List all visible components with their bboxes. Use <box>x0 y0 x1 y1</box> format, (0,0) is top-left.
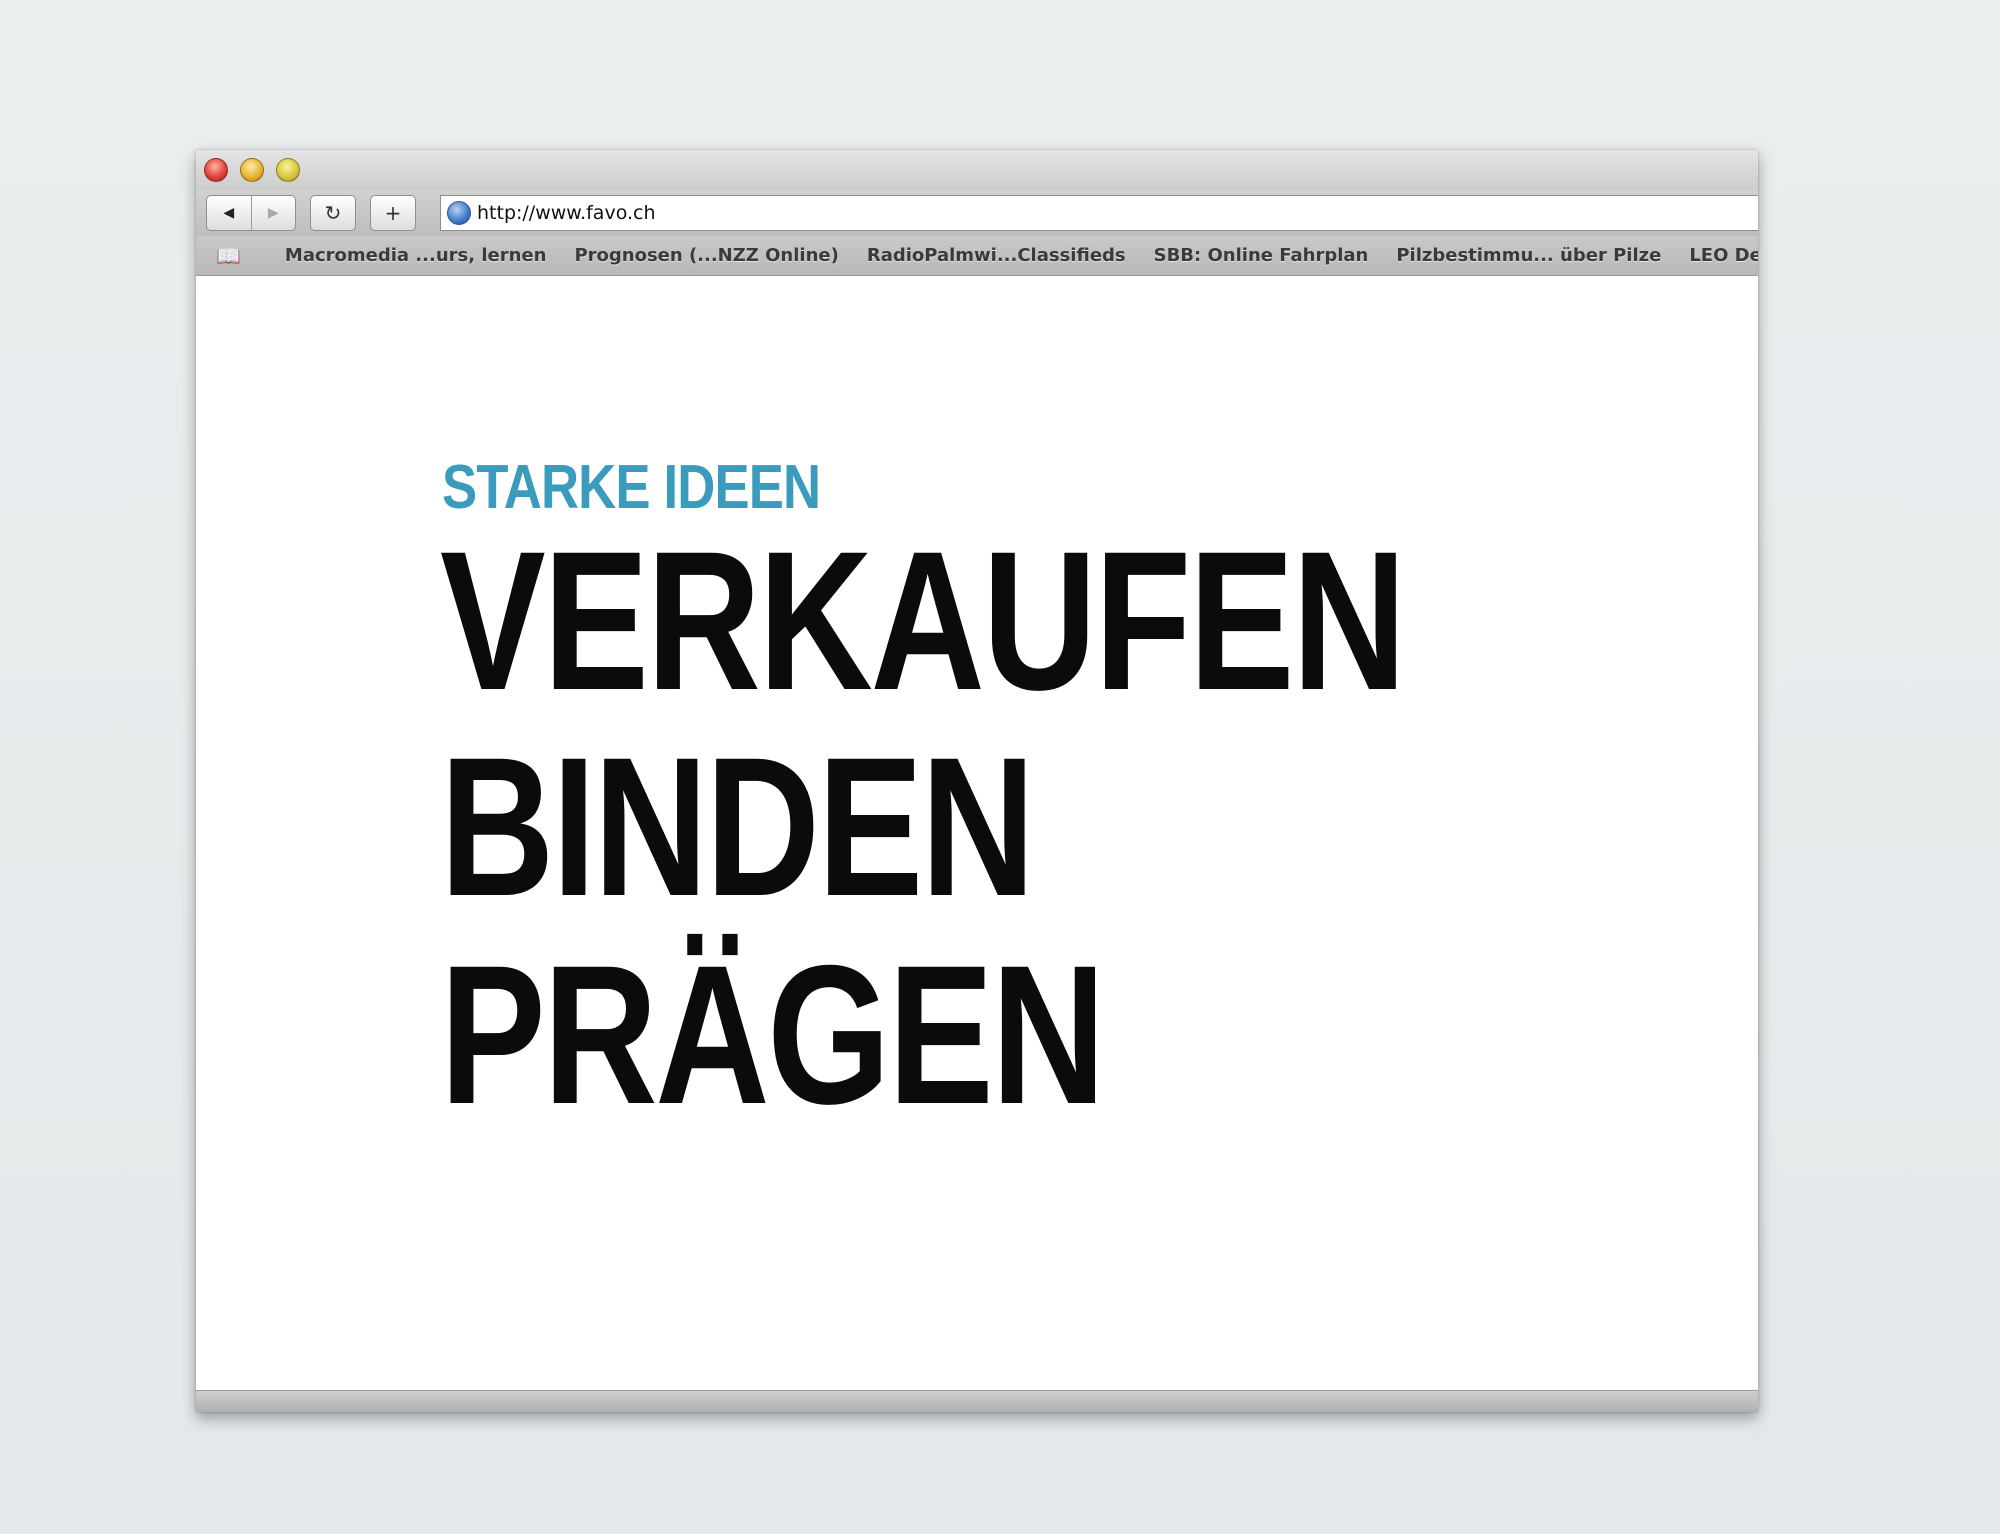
globe-icon <box>447 201 471 225</box>
bookmark-item[interactable]: Pilzbestimmu... über Pilze <box>1396 245 1661 266</box>
headline-verkaufen: VERKAUFEN <box>440 510 1406 731</box>
status-bar <box>196 1390 1758 1412</box>
page-content: STARKE IDEEN VERKAUFEN BINDEN PRÄGEN <box>196 276 1758 1390</box>
reload-button[interactable]: ↻ <box>310 195 356 231</box>
address-bar[interactable]: http://www.favo.ch <box>440 195 1758 231</box>
bookmark-item[interactable]: RadioPalmwi...Classifieds <box>867 245 1126 266</box>
plus-icon: + <box>384 201 402 225</box>
bookmark-item[interactable]: LEO Deu <box>1689 245 1758 266</box>
url-text[interactable]: http://www.favo.ch <box>477 202 656 224</box>
bookmarks-book-icon[interactable]: 📖 <box>216 246 241 266</box>
browser-window: ◀ ▶ ↻ + http://www.favo.ch 📖 Macromedia … <box>196 150 1758 1412</box>
headline-praegen: PRÄGEN <box>440 924 1106 1145</box>
close-window-button[interactable] <box>204 158 228 182</box>
add-bookmark-button[interactable]: + <box>370 195 416 231</box>
browser-toolbar: ◀ ▶ ↻ + http://www.favo.ch <box>196 190 1758 236</box>
bookmark-item[interactable]: Prognosen (...NZZ Online) <box>574 245 838 266</box>
zoom-window-button[interactable] <box>276 158 300 182</box>
bookmark-item[interactable]: Macromedia ...urs, lernen <box>285 245 547 266</box>
back-button[interactable]: ◀ <box>207 196 252 230</box>
forward-button[interactable]: ▶ <box>252 196 296 230</box>
reload-icon: ↻ <box>324 201 342 225</box>
window-controls <box>204 158 300 182</box>
headline-binden: BINDEN <box>440 716 1035 937</box>
back-forward-group: ◀ ▶ <box>206 195 296 231</box>
bookmarks-bar: 📖 Macromedia ...urs, lernen Prognosen (.… <box>196 236 1758 276</box>
title-bar[interactable] <box>196 150 1758 190</box>
minimize-window-button[interactable] <box>240 158 264 182</box>
bookmark-item[interactable]: SBB: Online Fahrplan <box>1154 245 1369 266</box>
